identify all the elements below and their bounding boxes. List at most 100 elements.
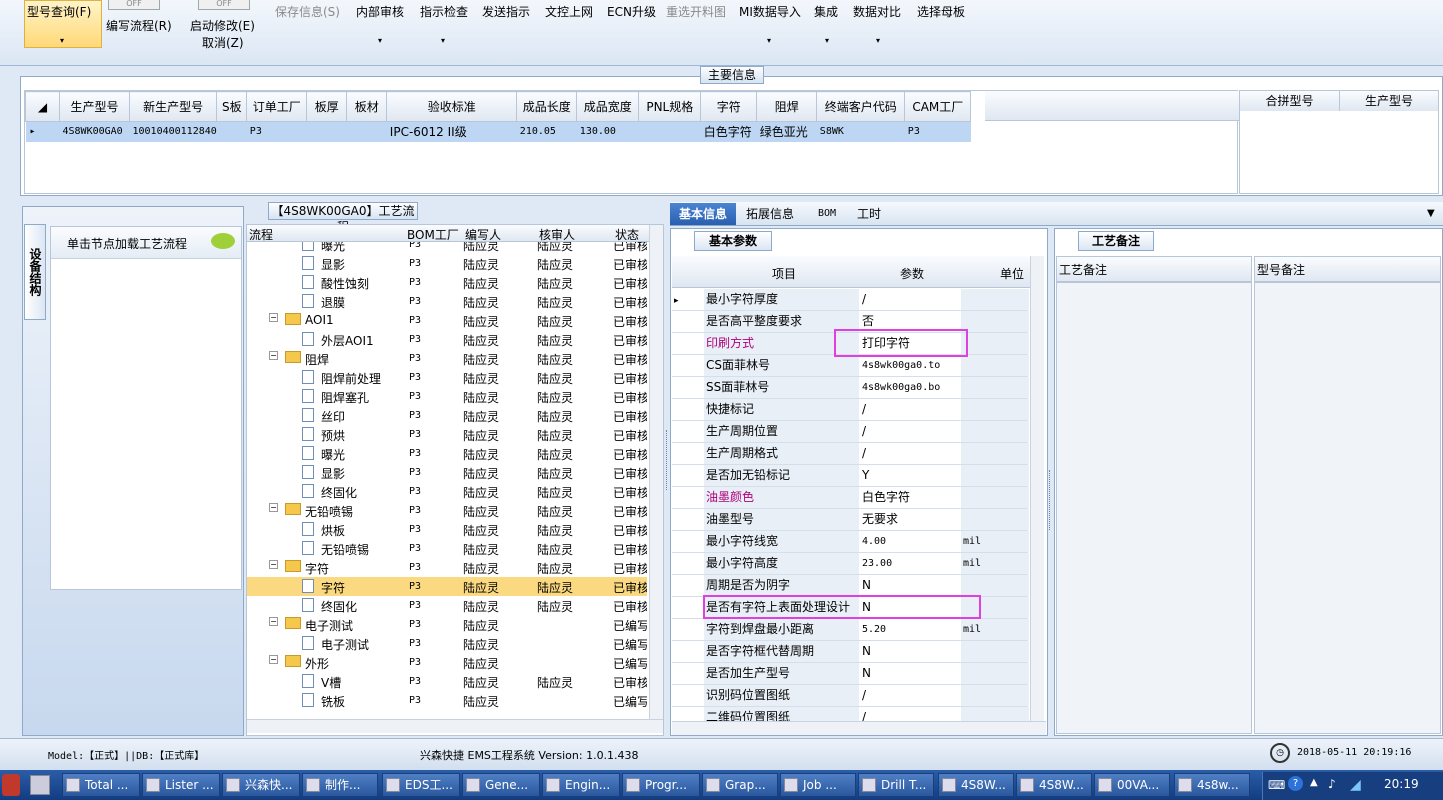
main-col-header[interactable]: 验收标准 <box>386 91 518 122</box>
main-cell[interactable] <box>216 121 247 142</box>
param-value[interactable]: 4s8wk00ga0.to <box>860 355 960 376</box>
param-value[interactable]: / <box>860 289 960 310</box>
params-hscroll[interactable] <box>672 721 1046 735</box>
taskbar-item[interactable]: 4s8w... <box>1174 773 1250 797</box>
param-value[interactable]: / <box>860 443 960 464</box>
collapse-toggle-icon[interactable]: − <box>269 655 278 664</box>
param-row[interactable]: 最小字符厚度 / <box>672 289 1029 311</box>
flow-row[interactable]: − 无铅喷锡 P3 陆应灵 陆应灵 已审核 <box>247 501 647 520</box>
speaker-icon[interactable]: ♪ <box>1328 777 1336 791</box>
help-icon[interactable]: ? <box>1288 776 1303 791</box>
ribbon-button[interactable]: 取消(Z) <box>202 34 244 51</box>
tab-3[interactable]: 工时 <box>852 203 886 225</box>
flow-row[interactable]: 电子测试 P3 陆应灵 已编写 <box>247 634 647 653</box>
flow-row[interactable]: 终固化 P3 陆应灵 陆应灵 已审核 <box>247 482 647 501</box>
dropdown-arrow-icon[interactable]: ▾ <box>60 36 64 45</box>
device-structure-vtab[interactable]: 设备结构 <box>24 224 46 320</box>
param-row[interactable]: 是否加生产型号 N <box>672 663 1029 685</box>
main-col-header[interactable]: 字符 <box>700 91 758 122</box>
param-row[interactable]: 生产周期格式 / <box>672 443 1029 465</box>
ribbon-button[interactable]: ECN升级 <box>607 3 656 20</box>
main-cell[interactable] <box>346 121 387 142</box>
main-cell[interactable]: P3 <box>246 121 307 142</box>
params-vscroll[interactable] <box>1030 256 1044 722</box>
param-row[interactable]: 周期是否为阴字 N <box>672 575 1029 597</box>
main-col-header[interactable]: 新生产型号 <box>128 91 218 122</box>
main-cell[interactable]: IPC-6012 II级 <box>386 121 517 142</box>
ribbon-button[interactable]: 重选开料图 <box>666 3 726 20</box>
main-col-header[interactable]: S板 <box>216 91 248 122</box>
main-cell[interactable]: 绿色亚光 <box>756 121 817 142</box>
param-value[interactable]: / <box>860 421 960 442</box>
param-row[interactable]: 油墨型号 无要求 <box>672 509 1029 531</box>
main-col-header[interactable]: CAM工厂 <box>904 91 972 122</box>
param-row[interactable]: 字符到焊盘最小距离 5.20 mil <box>672 619 1029 641</box>
flow-row[interactable]: 显影 P3 陆应灵 陆应灵 已审核 <box>247 463 647 482</box>
main-col-header[interactable]: 板材 <box>346 91 388 122</box>
main-col-header[interactable]: PNL规格 <box>638 91 702 122</box>
main-col-header[interactable]: 板厚 <box>306 91 348 122</box>
ribbon-button[interactable]: 数据对比 <box>853 3 901 20</box>
param-row[interactable]: SS面菲林号 4s8wk00ga0.bo <box>672 377 1029 399</box>
flow-row[interactable]: 外层AOI1 P3 陆应灵 陆应灵 已审核 <box>247 330 647 349</box>
param-value[interactable]: / <box>860 399 960 420</box>
flow-row[interactable]: 烘板 P3 陆应灵 陆应灵 已审核 <box>247 520 647 539</box>
taskbar-item[interactable]: Progr... <box>622 773 700 797</box>
splitter-handle[interactable] <box>666 430 669 490</box>
taskbar-item[interactable]: Engin... <box>542 773 620 797</box>
main-col-header[interactable]: 终端客户代码 <box>816 91 906 122</box>
ribbon-button[interactable]: 发送指示 <box>482 3 530 20</box>
main-cell[interactable]: 210.05 <box>516 121 577 142</box>
off-toggle[interactable]: OFF <box>198 0 250 10</box>
param-row[interactable]: 是否加无铅标记 Y <box>672 465 1029 487</box>
flow-hscroll[interactable] <box>247 719 663 733</box>
param-row[interactable]: 快捷标记 / <box>672 399 1029 421</box>
flow-row[interactable]: − AOI1 P3 陆应灵 陆应灵 已审核 <box>247 311 647 330</box>
flow-row[interactable]: 预烘 P3 陆应灵 陆应灵 已审核 <box>247 425 647 444</box>
param-value[interactable]: N <box>860 663 960 684</box>
taskbar-item[interactable]: Gene... <box>462 773 540 797</box>
model-notes-field[interactable] <box>1254 282 1441 734</box>
main-col-header[interactable]: 成品宽度 <box>576 91 640 122</box>
ribbon-button[interactable]: 启动修改(E) <box>190 17 255 34</box>
collapse-toggle-icon[interactable]: − <box>269 560 278 569</box>
main-col-header[interactable]: 生产型号 <box>59 91 130 122</box>
dropdown-arrow-icon[interactable]: ▾ <box>441 36 445 45</box>
flow-row[interactable]: 退膜 P3 陆应灵 陆应灵 已审核 <box>247 292 647 311</box>
main-col-header[interactable]: 订单工厂 <box>246 91 308 122</box>
start-button[interactable] <box>2 774 20 796</box>
flow-row[interactable]: − 阻焊 P3 陆应灵 陆应灵 已审核 <box>247 349 647 368</box>
chevron-down-icon[interactable]: ▼ <box>1427 208 1435 219</box>
show-desktop-icon[interactable] <box>30 775 50 795</box>
dropdown-arrow-icon[interactable]: ▾ <box>825 36 829 45</box>
param-value[interactable]: / <box>860 707 960 721</box>
flow-row[interactable]: − 电子测试 P3 陆应灵 已编写 <box>247 615 647 634</box>
splitter-handle[interactable] <box>1049 470 1052 530</box>
flow-row[interactable]: 酸性蚀刻 P3 陆应灵 陆应灵 已审核 <box>247 273 647 292</box>
main-cell[interactable]: 10010400112840 <box>129 121 217 142</box>
taskbar-item[interactable]: 4S8W... <box>938 773 1014 797</box>
chevron-up-icon[interactable]: ▲ <box>1310 777 1318 788</box>
collapse-toggle-icon[interactable]: − <box>269 617 278 626</box>
param-value[interactable]: 5.20 <box>860 619 960 640</box>
taskbar-item[interactable]: Drill T... <box>858 773 934 797</box>
tab-2[interactable]: BOM <box>812 203 842 225</box>
param-value[interactable]: 白色字符 <box>860 487 960 508</box>
collapse-toggle-icon[interactable]: − <box>269 313 278 322</box>
row-selector-icon[interactable]: ▸ <box>674 296 679 306</box>
collapse-toggle-icon[interactable]: − <box>269 503 278 512</box>
flow-row[interactable]: − 外形 P3 陆应灵 已编写 <box>247 653 647 672</box>
main-cell[interactable] <box>638 121 701 142</box>
flow-row[interactable]: 字符 P3 陆应灵 陆应灵 已审核 <box>247 577 647 596</box>
flow-row[interactable]: 曝光 P3 陆应灵 陆应灵 已审核 <box>247 242 647 254</box>
flow-vscroll[interactable] <box>649 225 663 719</box>
tab-process-notes[interactable]: 工艺备注 <box>1078 231 1154 251</box>
flow-row[interactable]: − 字符 P3 陆应灵 陆应灵 已审核 <box>247 558 647 577</box>
tab-1[interactable]: 拓展信息 <box>742 203 798 225</box>
main-cell[interactable]: 4S8WK00GA0 <box>59 121 130 142</box>
taskbar-item[interactable]: EDS工... <box>382 773 460 797</box>
taskbar-item[interactable]: Job ... <box>780 773 856 797</box>
main-cell[interactable]: S8WK <box>816 121 905 142</box>
param-row[interactable]: 二维码位置图纸 / <box>672 707 1029 721</box>
row-selector-icon[interactable]: ▸ <box>25 121 60 142</box>
